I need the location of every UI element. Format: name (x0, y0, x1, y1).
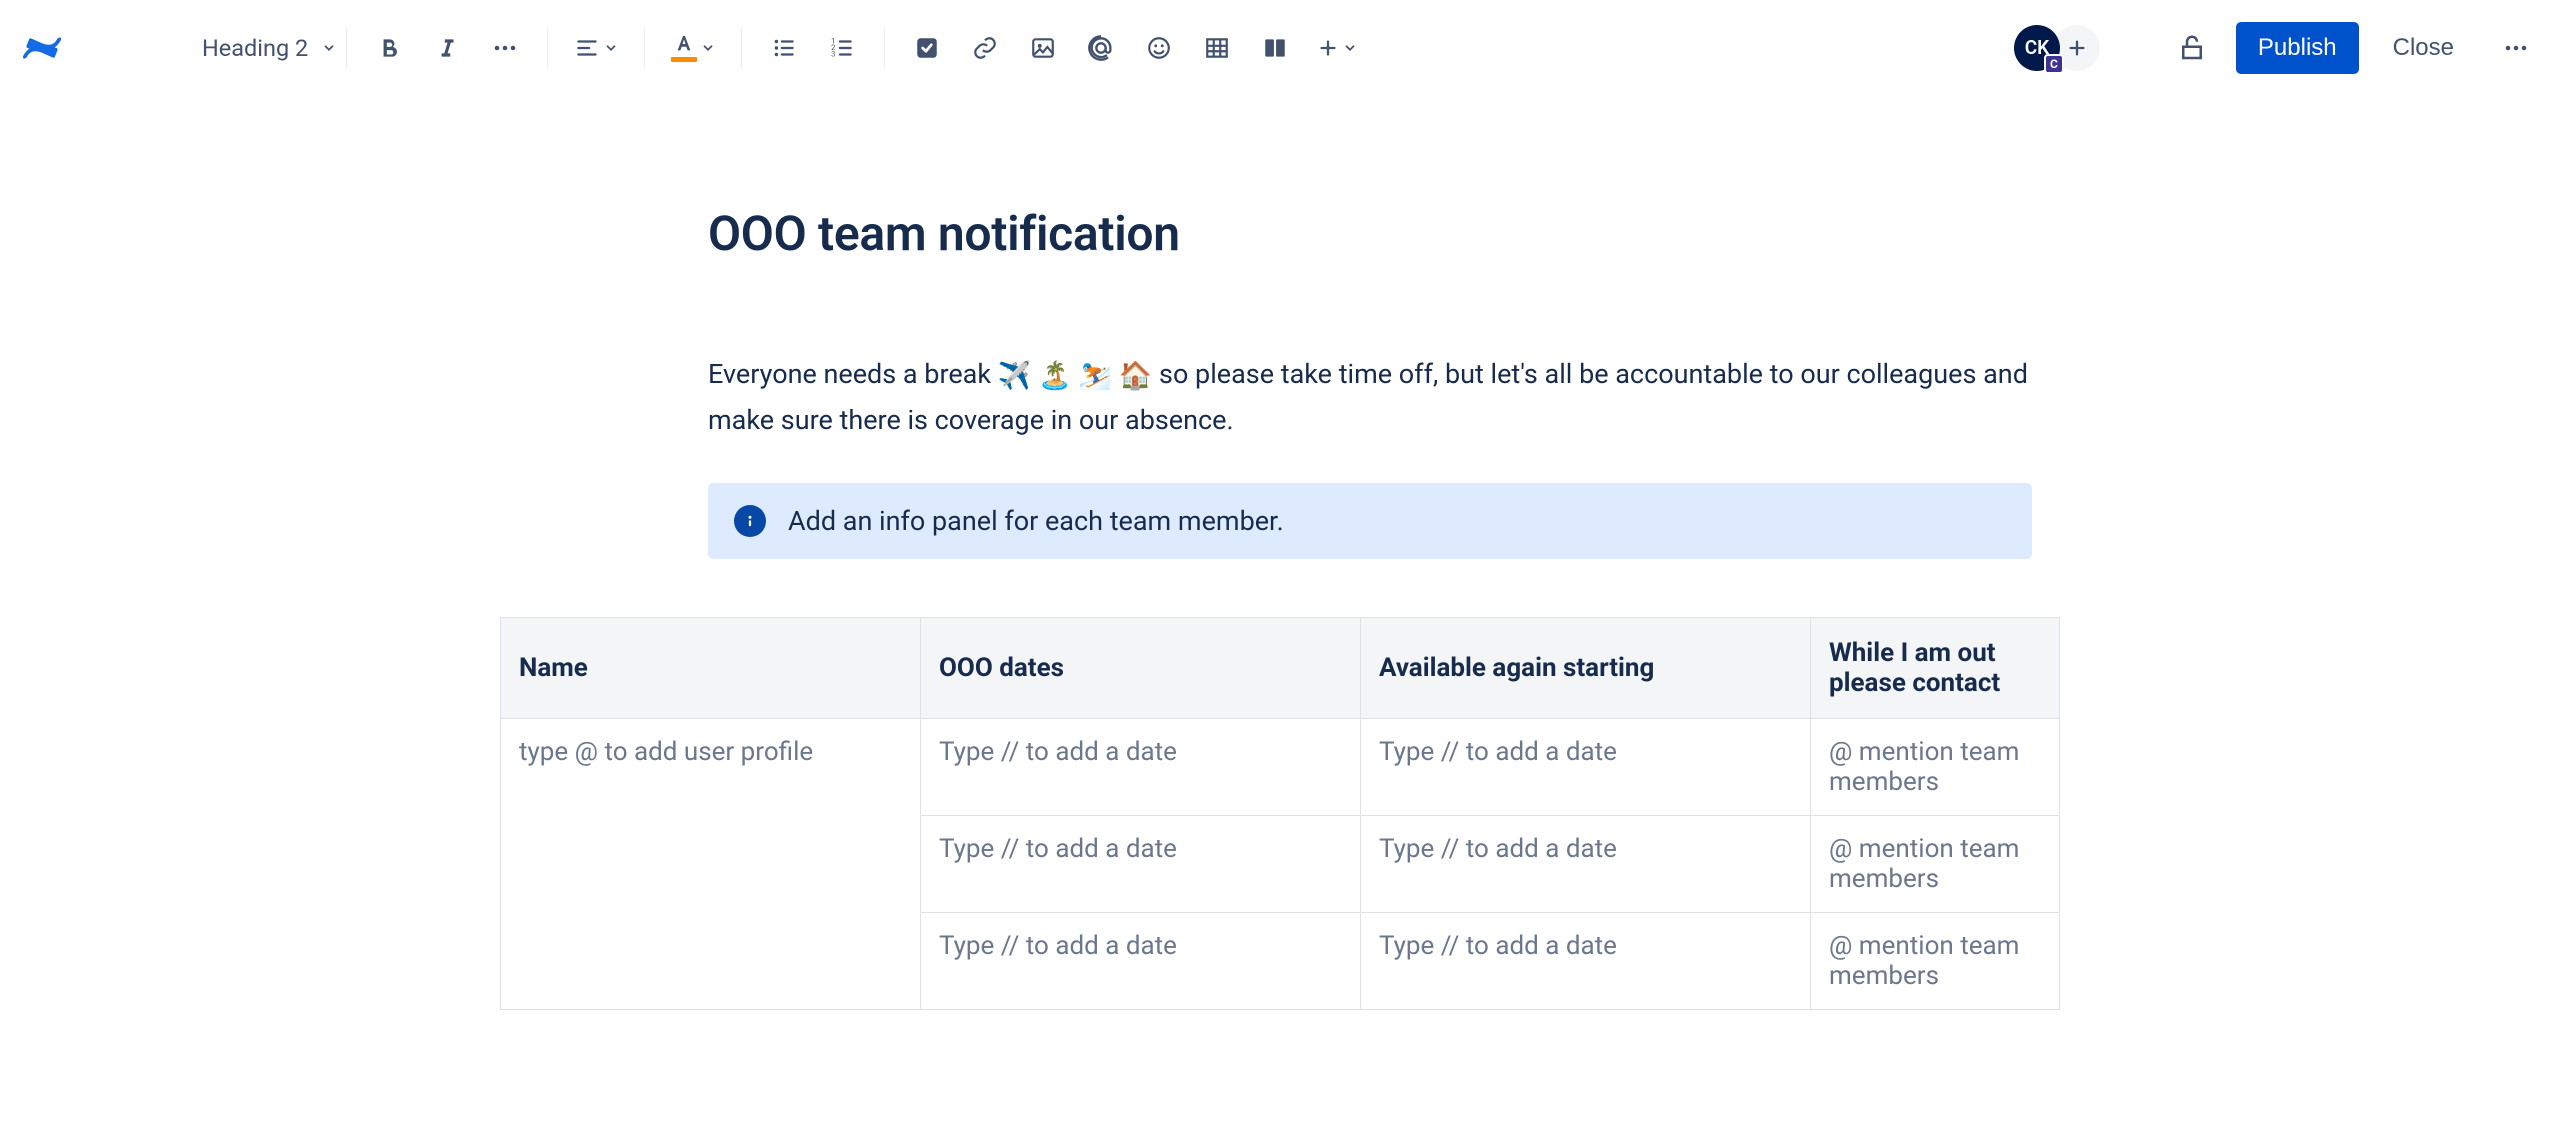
plus-icon (1317, 37, 1339, 59)
table-header-row: Name OOO dates Available again starting … (501, 617, 2060, 718)
cell-available[interactable]: Type // to add a date (1361, 912, 1811, 1009)
restrictions-button[interactable] (2170, 26, 2214, 70)
image-button[interactable] (1023, 28, 1063, 68)
layouts-button[interactable] (1255, 28, 1295, 68)
ooo-table[interactable]: Name OOO dates Available again starting … (500, 617, 2060, 1010)
table-row: type @ to add user profile Type // to ad… (501, 718, 2060, 815)
editor-page: OOO team notification Everyone needs a b… (500, 95, 2060, 1010)
page-title[interactable]: OOO team notification (708, 205, 2032, 262)
avatar-app-badge: C (2044, 54, 2064, 74)
info-panel-text: Add an info panel for each team member. (788, 505, 1284, 537)
insert-dropdown[interactable] (1313, 28, 1361, 68)
align-dropdown[interactable] (570, 28, 622, 68)
collaborators: CK C (2014, 25, 2100, 71)
chevron-down-icon (604, 41, 618, 55)
intro-emojis: ✈️ 🏝️ ⛷️ 🏠 (998, 360, 1153, 392)
close-button[interactable]: Close (2383, 22, 2464, 74)
info-icon (734, 505, 766, 537)
cell-dates[interactable]: Type // to add a date (921, 718, 1361, 815)
cell-contact[interactable]: @ mention team members (1811, 718, 2060, 815)
cell-contact[interactable]: @ mention team members (1811, 815, 2060, 912)
cell-available[interactable]: Type // to add a date (1361, 815, 1811, 912)
col-header-dates[interactable]: OOO dates (921, 617, 1361, 718)
text-color-dropdown[interactable] (667, 28, 719, 68)
current-user-avatar[interactable]: CK C (2014, 25, 2060, 71)
mention-button[interactable] (1081, 28, 1121, 68)
cell-dates[interactable]: Type // to add a date (921, 912, 1361, 1009)
cell-available[interactable]: Type // to add a date (1361, 718, 1811, 815)
italic-button[interactable] (427, 28, 467, 68)
chevron-down-icon (322, 41, 336, 55)
more-actions-button[interactable] (2494, 26, 2538, 70)
emoji-button[interactable] (1139, 28, 1179, 68)
editor-toolbar: Heading 2 123 (0, 0, 2560, 95)
intro-text-before: Everyone needs a break (708, 358, 998, 390)
unlocked-icon (2177, 33, 2207, 63)
link-button[interactable] (965, 28, 1005, 68)
more-formatting-button[interactable] (485, 28, 525, 68)
align-left-icon (574, 35, 600, 61)
chevron-down-icon (1343, 41, 1357, 55)
svg-text:3: 3 (831, 49, 835, 58)
intro-paragraph[interactable]: Everyone needs a break ✈️ 🏝️ ⛷️ 🏠 so ple… (708, 352, 2032, 443)
cell-contact[interactable]: @ mention team members (1811, 912, 2060, 1009)
cell-name[interactable]: type @ to add user profile (501, 718, 921, 1009)
numbered-list-button[interactable]: 123 (822, 28, 862, 68)
col-header-name[interactable]: Name (501, 617, 921, 718)
cell-dates[interactable]: Type // to add a date (921, 815, 1361, 912)
text-style-dropdown[interactable]: Heading 2 (192, 26, 346, 70)
ellipsis-icon (2502, 43, 2530, 53)
action-item-button[interactable] (907, 28, 947, 68)
chevron-down-icon (701, 41, 715, 55)
text-color-icon (671, 34, 697, 62)
table-button[interactable] (1197, 28, 1237, 68)
text-style-label: Heading 2 (202, 34, 308, 62)
info-panel[interactable]: Add an info panel for each team member. (708, 483, 2032, 559)
bold-button[interactable] (369, 28, 409, 68)
confluence-logo[interactable] (22, 28, 62, 68)
plus-icon (2066, 37, 2088, 59)
col-header-contact[interactable]: While I am out please contact (1811, 617, 2060, 718)
publish-button[interactable]: Publish (2236, 22, 2359, 74)
bullet-list-button[interactable] (764, 28, 804, 68)
col-header-available[interactable]: Available again starting (1361, 617, 1811, 718)
